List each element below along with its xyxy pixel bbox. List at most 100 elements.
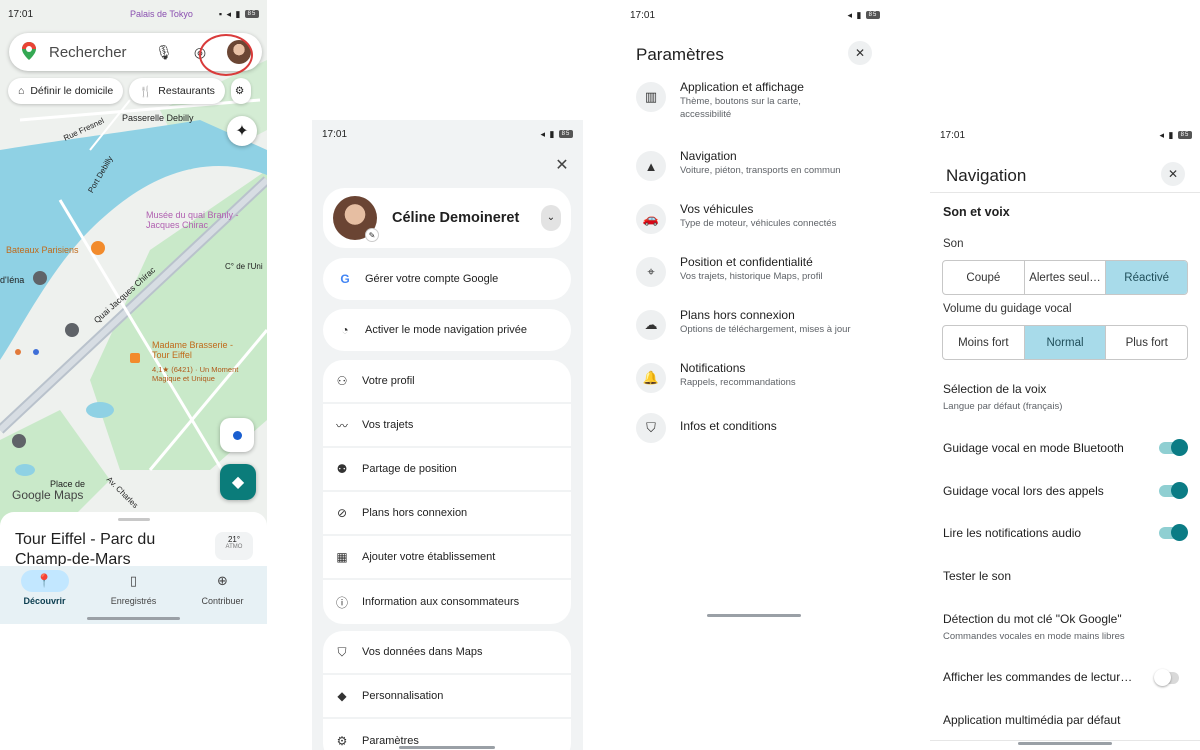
profile-card[interactable]: ✎ Céline Demoineret ⌄ <box>323 188 571 248</box>
pin-icon: 📍 <box>20 570 69 592</box>
menu-item-partage[interactable]: ⚉ Partage de position <box>323 448 571 492</box>
settings-item-title: Application et affichage <box>680 80 804 94</box>
directions-button[interactable]: ◆ <box>220 464 256 500</box>
map-label-passerelle: Passerelle Debilly <box>122 113 194 123</box>
settings-item-vehicles[interactable]: 🚗 Vos véhicules Type de moteur, véhicules… <box>636 202 886 234</box>
volume-option-normal[interactable]: Normal <box>1024 326 1107 359</box>
settings-screen: 17:01 ◂ ▮ 85 Paramètres ✕ ▥ Application … <box>620 0 892 630</box>
menu-item-donnees[interactable]: ⛉ Vos données dans Maps <box>323 631 571 675</box>
calls-row[interactable]: Guidage vocal lors des appels <box>943 483 1189 499</box>
menu-item-etablissement[interactable]: ▦ Ajouter votre établissement <box>323 536 571 580</box>
media-controls-title: Afficher les commandes de lectur… <box>943 670 1133 684</box>
nav-contribuer[interactable]: ⊕ Contribuer <box>178 566 267 624</box>
menu-item-trajets[interactable]: 〰 Vos trajets <box>323 404 571 448</box>
bluetooth-row[interactable]: Guidage vocal en mode Bluetooth <box>943 440 1189 456</box>
settings-item-app-display[interactable]: ▥ Application et affichage Thème, boutons… <box>636 80 886 121</box>
calls-toggle[interactable] <box>1159 482 1188 499</box>
manage-account-button[interactable]: G Gérer votre compte Google <box>323 258 571 300</box>
menu-group-secondary: ⛉ Vos données dans Maps ◆ Personnalisation… <box>323 631 571 750</box>
incognito-icon: ◔ <box>341 323 349 337</box>
map-label-iena: d'Iéna <box>0 275 25 285</box>
nav-contribuer-label: Contribuer <box>201 596 244 606</box>
status-bar: 17:01 ◂ ▮ 85 <box>940 128 1192 142</box>
volume-option-moins-fort[interactable]: Moins fort <box>943 326 1025 359</box>
toggle-knob <box>1154 669 1171 686</box>
avatar: ✎ <box>333 196 379 242</box>
menu-item-profil[interactable]: ⚇ Votre profil <box>323 360 571 404</box>
microphone-icon[interactable]: 🎙 <box>152 44 176 61</box>
bluetooth-title: Guidage vocal en mode Bluetooth <box>943 441 1124 455</box>
settings-item-subtitle: Vos trajets, historique Maps, profil <box>680 271 823 282</box>
settings-item-subtitle: Voiture, piéton, transports en commun <box>680 165 841 176</box>
menu-item-hors-connexion[interactable]: ⊘ Plans hors connexion <box>323 492 571 536</box>
status-icons: ▪ ◂ ▮ 85 <box>219 9 259 20</box>
settings-item-navigation[interactable]: ▲ Navigation Voiture, piéton, transports … <box>636 149 886 181</box>
search-input[interactable]: Rechercher <box>49 44 152 61</box>
pencil-icon[interactable]: ✎ <box>365 228 379 242</box>
sound-option-reactive[interactable]: Réactivé <box>1106 261 1187 294</box>
settings-item-notifications[interactable]: 🔔 Notifications Rappels, recommandations <box>636 361 886 393</box>
menu-item-personnalisation[interactable]: ◆ Personnalisation <box>323 675 571 719</box>
battery-icon: 85 <box>866 11 880 20</box>
chip-home-label: Définir le domicile <box>30 85 114 97</box>
default-media-row[interactable]: Application multimédia par défaut <box>943 712 1189 728</box>
my-location-button[interactable] <box>220 418 254 452</box>
close-button[interactable]: ✕ <box>1161 162 1185 186</box>
incognito-button[interactable]: ◔ Activer le mode navigation privée <box>323 309 571 351</box>
settings-item-subtitle: Thème, boutons sur la carte, accessibili… <box>680 96 801 120</box>
settings-item-title: Plans hors connexion <box>680 308 795 322</box>
chip-restaurants[interactable]: 🍴 Restaurants <box>129 78 225 104</box>
cloud-off-icon: ☁ <box>636 310 666 340</box>
bluetooth-toggle[interactable] <box>1159 439 1188 456</box>
map-screen: 17:01 ▪ ◂ ▮ 85 Palais de Tokyo Recherche… <box>0 0 267 624</box>
place-sheet[interactable]: Tour Eiffel - Parc du Champ-de-Mars 21° … <box>0 512 267 568</box>
test-sound-title: Tester le son <box>943 569 1012 583</box>
menu-item-label: Vos données dans Maps <box>362 646 483 658</box>
audio-notifications-toggle[interactable] <box>1159 524 1188 541</box>
status-time: 17:01 <box>322 128 348 140</box>
add-layer-sparkle-button[interactable]: ✦ <box>227 116 257 146</box>
sound-option-alertes[interactable]: Alertes seul… <box>1025 261 1107 294</box>
bottom-navigation: 📍 Découvrir ▯ Enregistrés ⊕ Contribuer <box>0 566 267 624</box>
status-icons: ◂ ▮ 85 <box>541 129 573 140</box>
gear-icon: ⚙ <box>234 85 245 97</box>
diamond-icon: ◆ <box>337 689 347 703</box>
settings-item-title: Navigation <box>680 149 737 163</box>
sheet-handle[interactable] <box>118 518 150 521</box>
map-label-musee: Musée du quai Branly - Jacques Chirac <box>146 210 239 230</box>
sparkle-add-icon: ✦ <box>235 123 249 140</box>
nav-enregistres[interactable]: ▯ Enregistrés <box>89 566 178 624</box>
volume-option-plus-fort[interactable]: Plus fort <box>1106 326 1187 359</box>
settings-item-info[interactable]: ⛉ Infos et conditions <box>636 411 886 443</box>
settings-item-privacy[interactable]: ⌖ Position et confidentialité Vos trajets… <box>636 255 886 287</box>
audio-notifications-title: Lire les notifications audio <box>943 526 1082 540</box>
audio-notifications-row[interactable]: Lire les notifications audio <box>943 525 1189 541</box>
category-chips: ⌂ Définir le domicile 🍴 Restaurants ⚙ <box>8 78 251 104</box>
sound-option-coupe[interactable]: Coupé <box>943 261 1025 294</box>
test-sound-row[interactable]: Tester le son <box>943 568 1189 584</box>
voice-selection-row[interactable]: Sélection de la voix Langue par défaut (… <box>943 381 1189 414</box>
chip-home[interactable]: ⌂ Définir le domicile <box>8 78 124 104</box>
location-dot-icon <box>232 430 242 440</box>
nav-decouvrir[interactable]: 📍 Découvrir <box>0 566 89 624</box>
toggle-knob <box>1171 524 1188 541</box>
media-controls-toggle[interactable] <box>1154 669 1179 686</box>
search-bar[interactable]: Rechercher 🎙 ◎ <box>9 33 262 76</box>
status-time: 17:01 <box>630 9 656 21</box>
account-menu-screen: 17:01 ◂ ▮ 85 ✕ ✎ Céline Demoineret ⌄ G G… <box>312 120 583 750</box>
chip-more[interactable]: ⚙ <box>230 78 251 104</box>
chip-restaurants-label: Restaurants <box>158 85 215 97</box>
media-controls-row[interactable]: Afficher les commandes de lectur… <box>943 669 1189 685</box>
volume-segmented-control: Moins fort Normal Plus fort <box>942 325 1188 360</box>
chevron-down-icon[interactable]: ⌄ <box>541 205 561 231</box>
menu-item-information[interactable]: ⓘ Information aux consommateurs <box>323 580 571 624</box>
close-button[interactable]: ✕ <box>550 153 574 177</box>
shield-info-icon: ⛉ <box>636 413 666 443</box>
ok-google-row[interactable]: Détection du mot clé "Ok Google" Command… <box>943 611 1189 644</box>
profile-avatar-button[interactable] <box>199 34 254 76</box>
divider <box>930 192 1200 193</box>
close-button[interactable]: ✕ <box>848 41 872 65</box>
map-label-bateaux: Bateaux Parisiens <box>6 245 79 255</box>
calls-title: Guidage vocal lors des appels <box>943 484 1104 498</box>
settings-item-offline[interactable]: ☁ Plans hors connexion Options de télécha… <box>636 308 886 340</box>
